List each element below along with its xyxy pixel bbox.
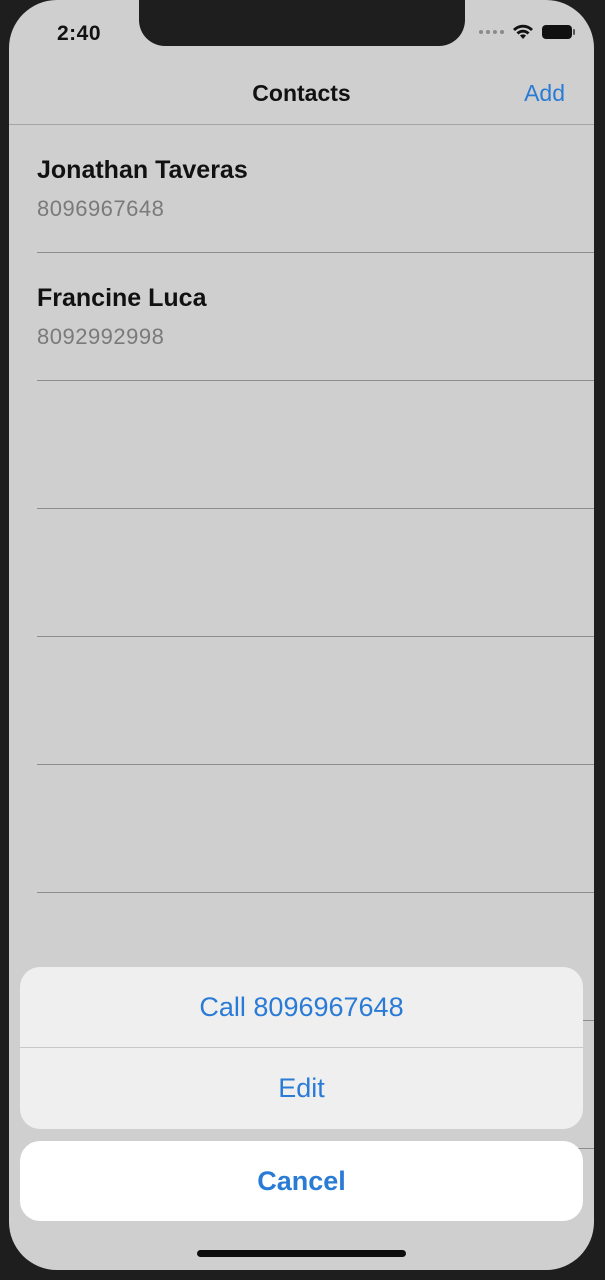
contact-phone: 8096967648 bbox=[37, 196, 165, 221]
wifi-icon bbox=[513, 24, 533, 39]
action-sheet: Call 8096967648 Edit bbox=[20, 967, 583, 1129]
page-title: Contacts bbox=[252, 80, 351, 106]
phone-screen: 2:40 Contacts Add Jonathan Taveras 80969… bbox=[9, 0, 594, 1270]
contact-name: Jonathan Taveras bbox=[37, 156, 248, 184]
navigation-bar: Contacts Add bbox=[9, 64, 594, 125]
contact-row[interactable]: Francine Luca 8092992998 bbox=[37, 253, 594, 381]
status-time: 2:40 bbox=[57, 22, 102, 45]
add-button[interactable]: Add bbox=[524, 80, 565, 107]
status-icons bbox=[479, 24, 575, 40]
battery-icon bbox=[542, 25, 575, 39]
edit-button[interactable]: Edit bbox=[20, 1048, 583, 1129]
contact-phone: 8092992998 bbox=[37, 324, 165, 349]
empty-row bbox=[37, 637, 594, 765]
empty-row bbox=[37, 509, 594, 637]
device-notch bbox=[139, 0, 465, 46]
contact-row[interactable]: Jonathan Taveras 8096967648 bbox=[37, 125, 594, 253]
empty-row bbox=[37, 381, 594, 509]
empty-row bbox=[37, 765, 594, 893]
home-indicator[interactable] bbox=[197, 1250, 406, 1257]
contact-name: Francine Luca bbox=[37, 284, 207, 312]
cancel-button[interactable]: Cancel bbox=[20, 1141, 583, 1221]
signal-dots-icon bbox=[479, 30, 504, 34]
call-button[interactable]: Call 8096967648 bbox=[20, 967, 583, 1048]
